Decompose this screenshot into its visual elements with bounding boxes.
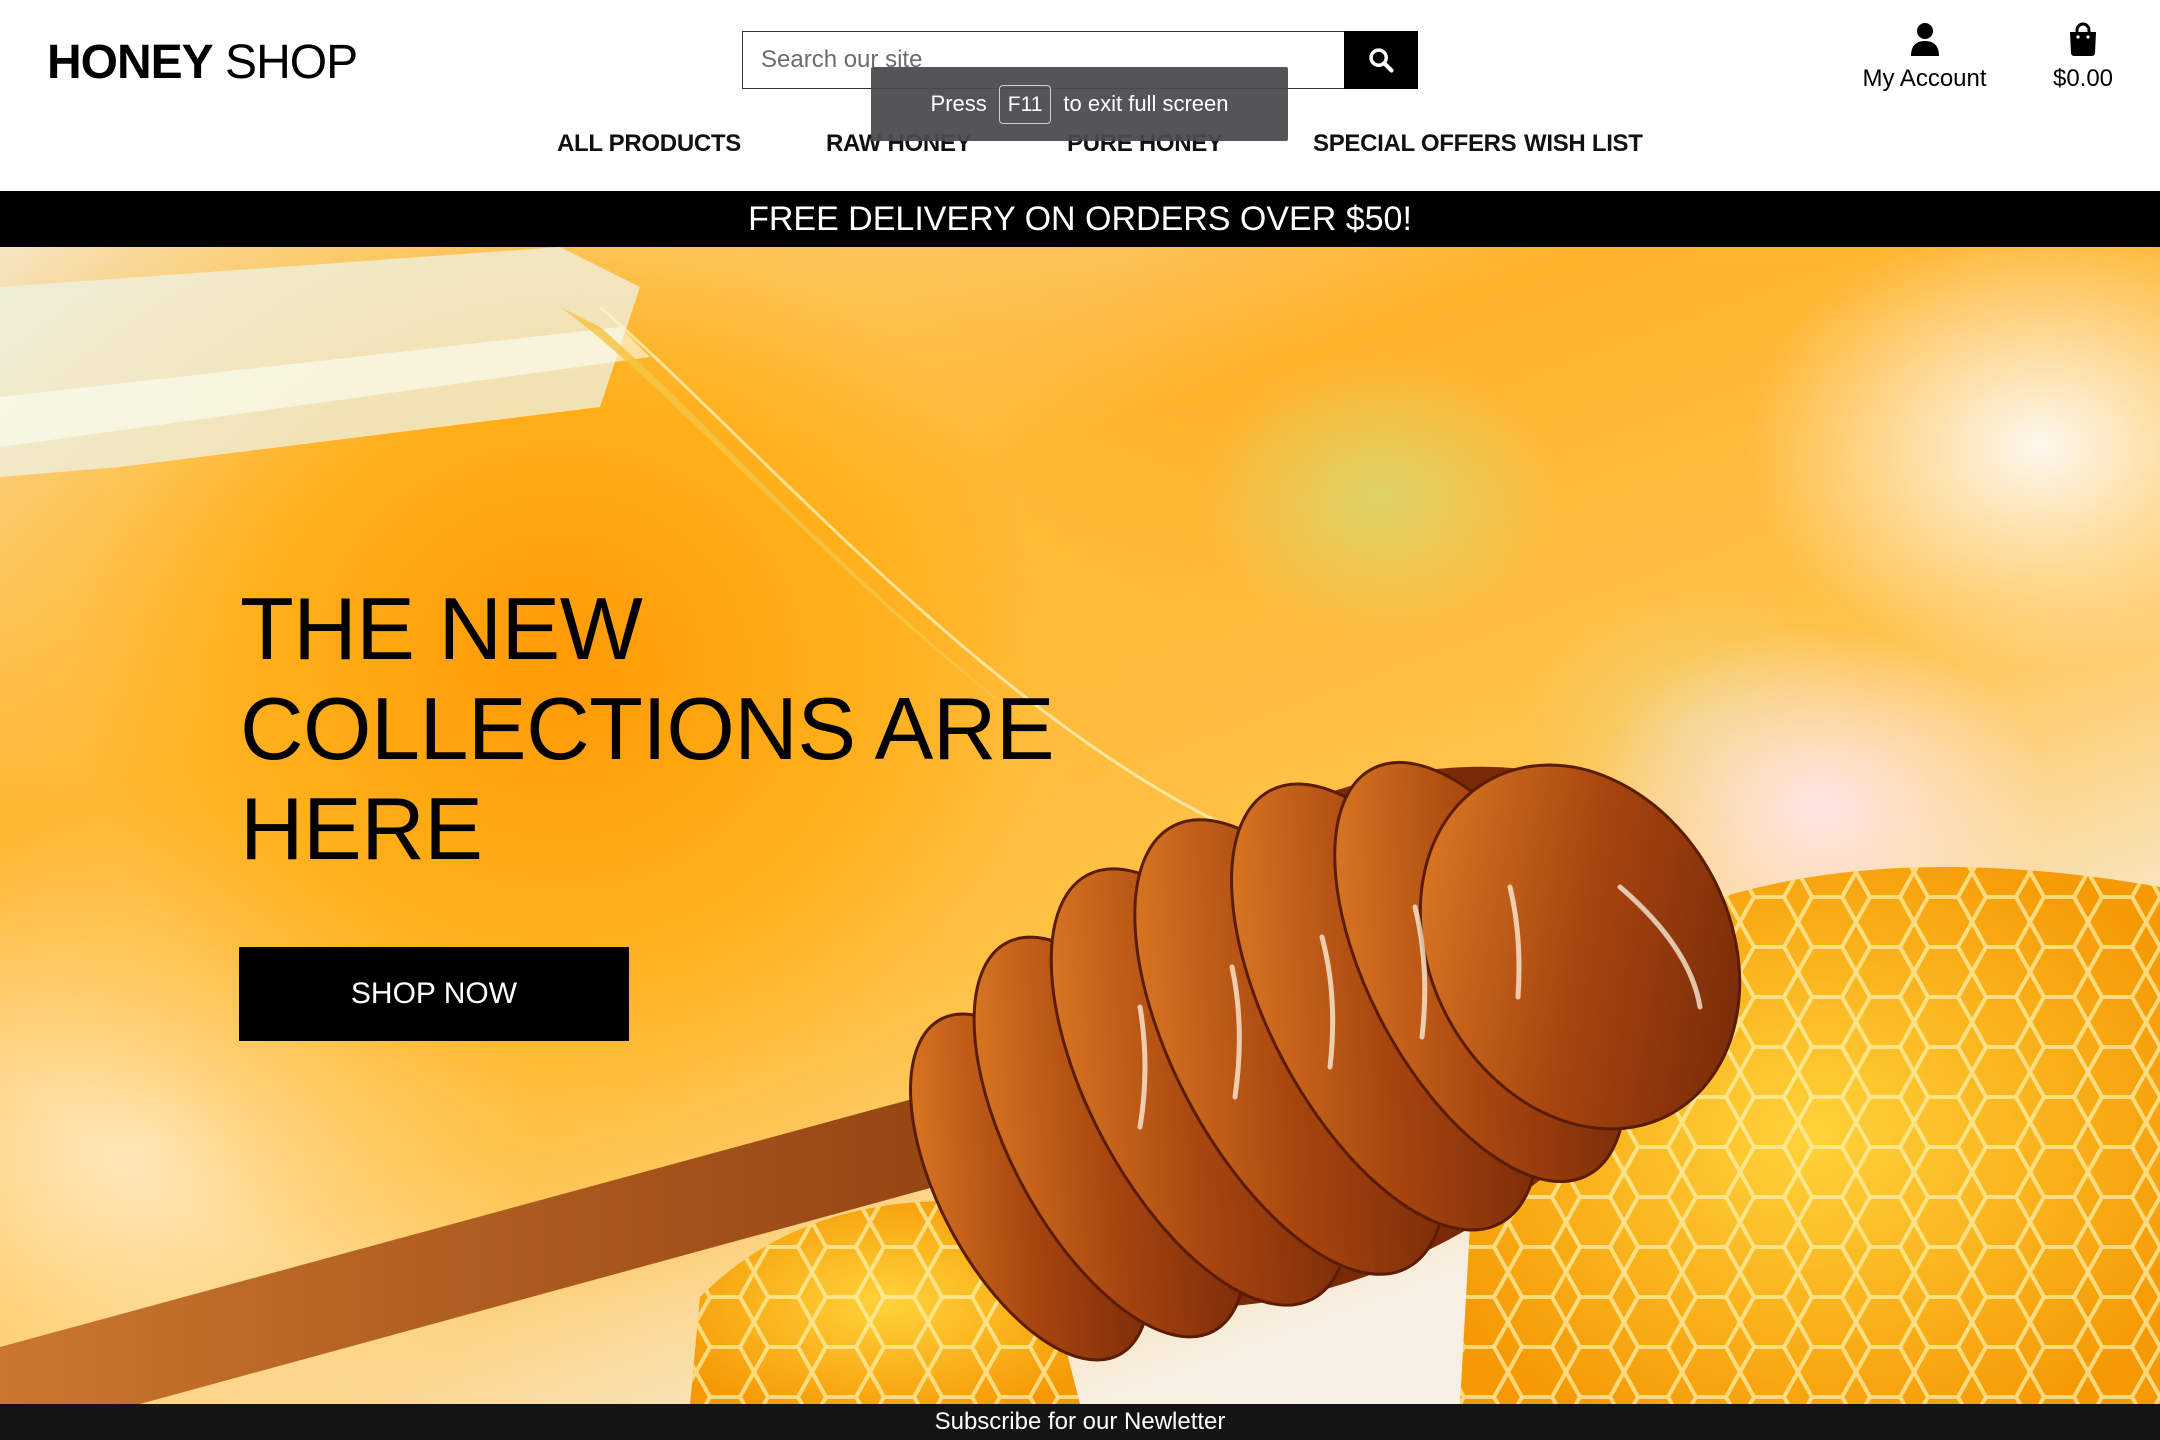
search-button[interactable] <box>1344 31 1418 89</box>
bag-total: $0.00 <box>2052 65 2114 92</box>
shopping-bag-icon <box>2070 22 2096 56</box>
newsletter-strip[interactable]: Subscribe for our Newletter <box>0 1404 2160 1440</box>
newsletter-text: Subscribe for our Newletter <box>934 1408 1226 1435</box>
hero-section: THE NEW COLLECTIONS ARE HERE SHOP NOW <box>0 247 2160 1404</box>
nav-all-products[interactable]: ALL PRODUCTS <box>557 130 741 158</box>
toast-key: F11 <box>998 84 1052 124</box>
shopping-bag-link[interactable]: $0.00 <box>2040 22 2126 94</box>
nav-special-offers[interactable]: SPECIAL OFFERS <box>1313 130 1517 158</box>
my-account-link[interactable]: My Account <box>1852 22 1997 94</box>
user-icon <box>1910 23 1939 56</box>
delivery-banner-text: FREE DELIVERY ON ORDERS OVER $50! <box>748 199 1412 238</box>
toast-prefix: Press <box>930 91 987 116</box>
logo-regular-text: SHOP <box>225 36 358 89</box>
site-logo[interactable]: HONEY SHOP <box>47 33 358 93</box>
hero-title: THE NEW COLLECTIONS ARE HERE <box>240 579 1055 878</box>
delivery-banner: FREE DELIVERY ON ORDERS OVER $50! <box>0 191 2160 247</box>
shop-now-button[interactable]: SHOP NOW <box>239 947 629 1041</box>
nav-wish-list[interactable]: WISH LIST <box>1524 130 1643 158</box>
toast-suffix: to exit full screen <box>1063 91 1229 116</box>
my-account-label: My Account <box>1862 65 1987 92</box>
search-icon <box>1369 48 1394 73</box>
fullscreen-exit-toast: Press F11 to exit full screen <box>871 67 1288 141</box>
logo-bold-text: HONEY <box>47 36 214 89</box>
